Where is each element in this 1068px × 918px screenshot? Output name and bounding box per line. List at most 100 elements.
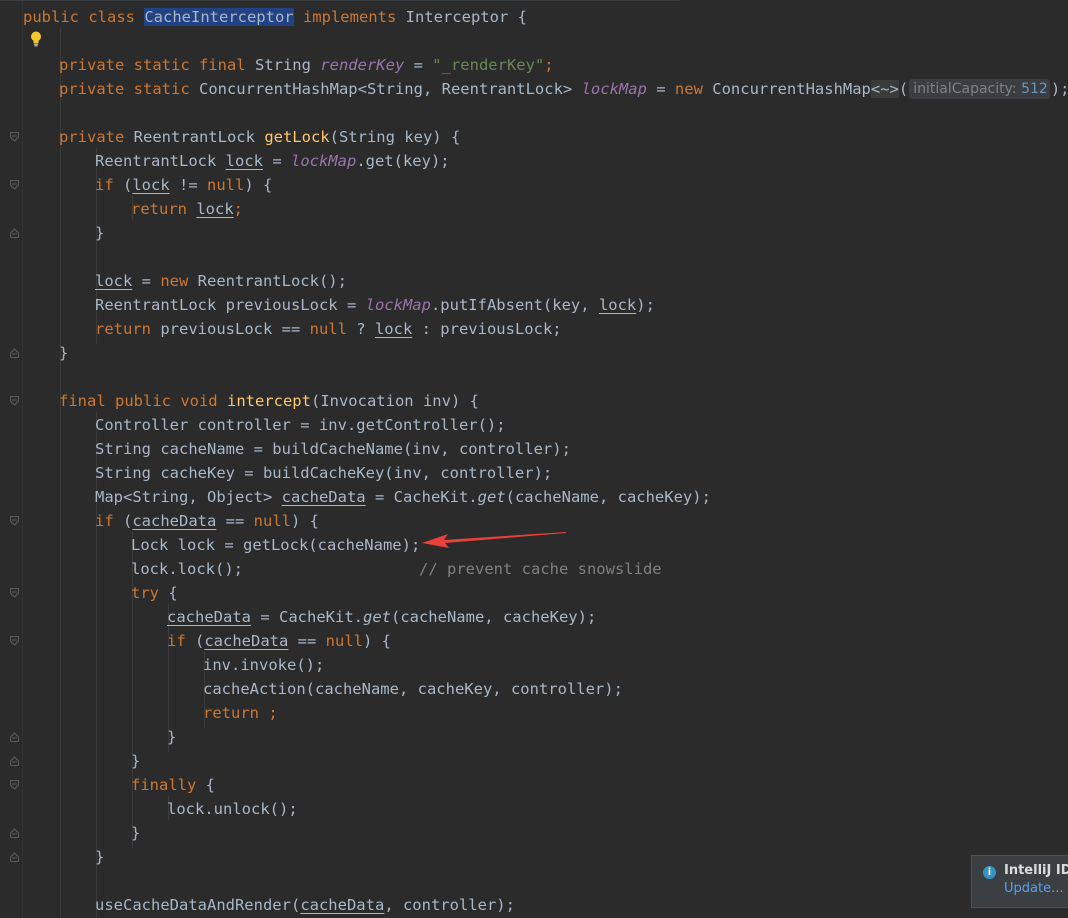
code-line[interactable]: lock.unlock();: [167, 797, 298, 821]
code-line[interactable]: }: [131, 821, 140, 845]
static-field[interactable]: renderKey: [320, 56, 404, 74]
hint-value: 512: [1021, 81, 1048, 97]
code-text: }: [167, 728, 177, 746]
notification-title: IntelliJ IDE: [1004, 863, 1068, 878]
code-line[interactable]: private ReentrantLock getLock(String key…: [59, 125, 460, 149]
fold-end-icon[interactable]: [10, 348, 19, 358]
keyword: if: [167, 632, 195, 650]
fold-end-icon[interactable]: [10, 852, 19, 862]
update-notification[interactable]: i IntelliJ IDE Update...: [971, 855, 1068, 908]
code-text: lock.unlock();: [167, 800, 298, 818]
fold-open-icon[interactable]: [10, 780, 19, 790]
code-line[interactable]: Lock lock = getLock(cacheName);: [131, 533, 420, 557]
static-field[interactable]: lockMap: [291, 152, 356, 170]
keyword: return: [131, 200, 197, 218]
keyword: implements: [293, 8, 406, 26]
reassigned-variable[interactable]: lock: [375, 320, 412, 338]
semicolon: ;: [233, 200, 243, 218]
fold-open-icon[interactable]: [10, 180, 19, 190]
code-text: =: [646, 80, 675, 98]
method-name[interactable]: intercept: [227, 392, 311, 410]
code-line[interactable]: public class CacheInterceptor implements…: [23, 5, 527, 29]
fold-open-icon[interactable]: [10, 516, 19, 526]
static-method-call[interactable]: get: [478, 488, 506, 506]
folded-diamond[interactable]: <~>: [870, 80, 899, 98]
code-text: =: [132, 272, 161, 290]
code-line[interactable]: if (cacheData == null) {: [167, 629, 391, 653]
code-line[interactable]: if (cacheData == null) {: [95, 509, 319, 533]
code-line[interactable]: }: [131, 749, 140, 773]
reassigned-variable[interactable]: lock: [95, 272, 132, 290]
code-line[interactable]: try {: [131, 581, 178, 605]
code-text: : previousLock;: [412, 320, 562, 338]
code-line[interactable]: ReentrantLock lock = lockMap.get(key);: [95, 149, 450, 173]
code-line[interactable]: cacheData = CacheKit.get(cacheName, cach…: [167, 605, 596, 629]
reassigned-variable[interactable]: lock: [132, 176, 169, 194]
code-line[interactable]: if (lock != null) {: [95, 173, 272, 197]
keyword: finally: [131, 776, 206, 794]
code-text: (Invocation inv) {: [310, 392, 479, 410]
fold-open-icon[interactable]: [10, 396, 19, 406]
reassigned-variable[interactable]: lock: [226, 152, 263, 170]
keyword: private static: [59, 80, 199, 98]
reassigned-variable[interactable]: cacheData: [300, 896, 384, 914]
fold-end-icon[interactable]: [10, 228, 19, 238]
class-name[interactable]: CacheInterceptor: [144, 8, 294, 26]
indent-guide: [60, 28, 61, 918]
code-line[interactable]: cacheAction(cacheName, cacheKey, control…: [203, 677, 623, 701]
fold-end-icon[interactable]: [10, 828, 19, 838]
fold-open-icon[interactable]: [10, 636, 19, 646]
code-line[interactable]: Controller controller = inv.getControlle…: [95, 413, 506, 437]
keyword: new: [160, 272, 198, 290]
code-line[interactable]: }: [95, 221, 104, 245]
code-line[interactable]: private static final String renderKey = …: [59, 53, 554, 77]
code-editor[interactable]: public class CacheInterceptor implements…: [23, 0, 1068, 918]
static-method-call[interactable]: get: [363, 608, 391, 626]
fold-end-icon[interactable]: [10, 756, 19, 766]
reassigned-variable[interactable]: lock: [196, 200, 233, 218]
code-text: , controller);: [384, 896, 515, 914]
reassigned-variable[interactable]: lock: [599, 296, 636, 314]
static-field[interactable]: lockMap: [582, 80, 647, 98]
code-line[interactable]: return lock;: [131, 197, 243, 221]
reassigned-variable[interactable]: cacheData: [132, 512, 216, 530]
fold-open-icon[interactable]: [10, 588, 19, 598]
reassigned-variable[interactable]: cacheData: [167, 608, 251, 626]
code-line[interactable]: final public void intercept(Invocation i…: [59, 389, 479, 413]
code-text: String cacheName = buildCacheName(inv, c…: [95, 440, 571, 458]
code-line[interactable]: finally {: [131, 773, 215, 797]
code-line[interactable]: String cacheName = buildCacheName(inv, c…: [95, 437, 571, 461]
code-line[interactable]: useCacheDataAndRender(cacheData, control…: [95, 893, 515, 917]
fold-end-icon[interactable]: [10, 732, 19, 742]
keyword: private static final: [59, 56, 255, 74]
code-line[interactable]: private static ConcurrentHashMap<String,…: [59, 77, 1068, 101]
code-text: ?: [346, 320, 375, 338]
fold-open-icon[interactable]: [10, 132, 19, 142]
code-line[interactable]: ReentrantLock previousLock = lockMap.put…: [95, 293, 655, 317]
code-line[interactable]: Map<String, Object> cacheData = CacheKit…: [95, 485, 711, 509]
code-text: ) {: [363, 632, 391, 650]
keyword: try: [131, 584, 169, 602]
code-text: =: [262, 152, 291, 170]
inlay-parameter-hint[interactable]: initialCapacity: 512: [909, 79, 1050, 99]
code-line[interactable]: }: [95, 845, 104, 869]
code-line[interactable]: return previousLock == null ? lock : pre…: [95, 317, 562, 341]
code-line[interactable]: inv.invoke();: [203, 653, 324, 677]
reassigned-variable[interactable]: cacheData: [282, 488, 366, 506]
code-text: previousLock ==: [160, 320, 310, 338]
code-text: }: [131, 752, 141, 770]
code-line[interactable]: String cacheKey = buildCacheKey(inv, con…: [95, 461, 552, 485]
code-text: ReentrantLock previousLock =: [95, 296, 366, 314]
code-line[interactable]: }: [167, 725, 176, 749]
code-line[interactable]: lock = new ReentrantLock();: [95, 269, 347, 293]
method-name[interactable]: getLock: [264, 128, 329, 146]
code-line[interactable]: }: [59, 341, 68, 365]
keyword: if: [95, 176, 123, 194]
static-field[interactable]: lockMap: [366, 296, 431, 314]
update-link[interactable]: Update...: [1004, 881, 1063, 896]
code-line[interactable]: lock.lock();: [131, 557, 243, 581]
reassigned-variable[interactable]: cacheData: [204, 632, 288, 650]
code-line[interactable]: return ;: [203, 701, 278, 725]
info-icon: i: [983, 866, 996, 879]
code-text: useCacheDataAndRender(: [95, 896, 301, 914]
